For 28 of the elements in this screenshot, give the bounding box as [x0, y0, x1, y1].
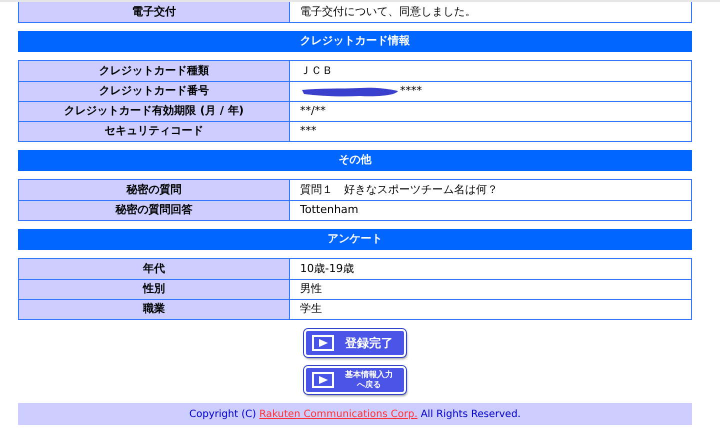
play-icon	[312, 372, 334, 388]
field-value: **/**	[300, 103, 326, 120]
field-value: 電子交付について、同意しました。	[300, 4, 476, 20]
field-label: 電子交付	[19, 2, 290, 22]
nav-button[interactable]: 基本情報入力 へ戻る	[304, 366, 406, 394]
play-icon	[312, 335, 334, 351]
section-header: その他	[18, 150, 692, 171]
field-value: 質問１ 好きなスポーツチーム名は何？	[300, 182, 498, 198]
field-value: ***	[300, 123, 316, 140]
section-header: アンケート	[18, 229, 692, 250]
field-label: クレジットカード番号	[19, 82, 290, 101]
section-header: クレジットカード情報	[18, 31, 692, 52]
field-label: 秘密の質問回答	[19, 201, 290, 220]
field-value: ＪＣＢ	[300, 62, 333, 79]
field-value: 学生	[300, 301, 322, 318]
field-label: セキュリティコード	[19, 122, 290, 141]
field-value: 男性	[300, 281, 322, 298]
field-label: クレジットカード有効期限 (月 / 年)	[19, 102, 290, 121]
field-label: 年代	[19, 259, 290, 279]
field-label: 性別	[19, 280, 290, 299]
field-value: Tottenham	[300, 202, 358, 218]
field-label: 職業	[19, 300, 290, 319]
field-label: 秘密の質問	[19, 180, 290, 200]
copyright-text: Copyright (C) Rakuten Communications Corp. All Rights Reserved.	[189, 408, 521, 422]
field-label: クレジットカード種類	[19, 61, 290, 81]
field-value: 10歳-19歳	[300, 260, 354, 277]
field-value: ****	[400, 83, 422, 100]
nav-button[interactable]: 登録完了	[304, 329, 406, 357]
